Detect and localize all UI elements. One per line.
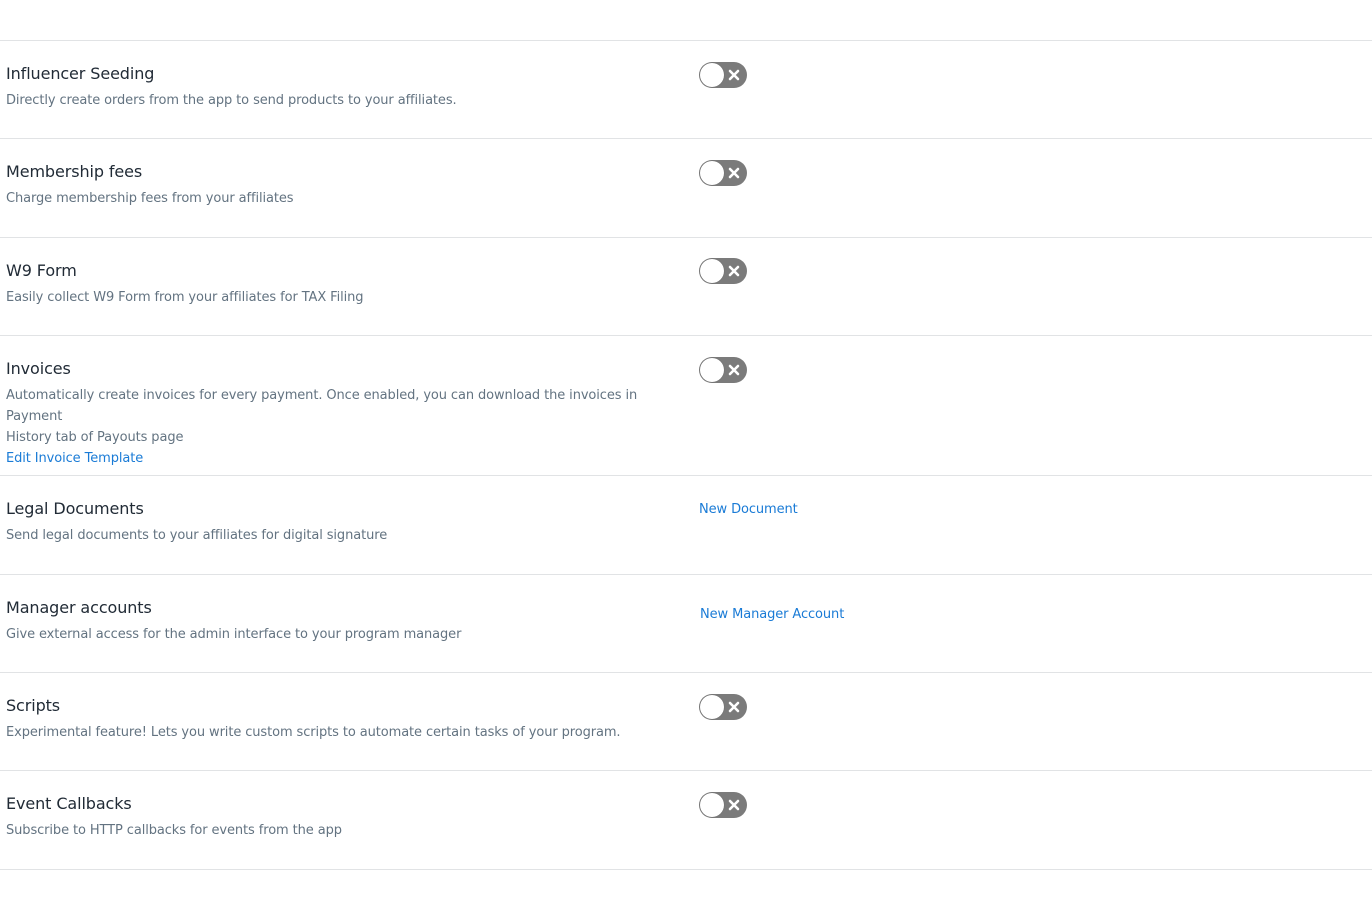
setting-info: Influencer Seeding Directly create order… — [6, 63, 666, 111]
setting-description: Charge membership fees from your affilia… — [6, 191, 294, 206]
setting-description-line: History tab of Payouts page — [6, 430, 184, 445]
new-manager-account-link[interactable]: New Manager Account — [700, 607, 844, 622]
setting-title: Membership fees — [6, 162, 143, 181]
toggle-knob — [700, 161, 724, 185]
setting-title: Event Callbacks — [6, 794, 132, 813]
setting-description: Automatically create invoices for every … — [6, 385, 666, 469]
close-icon — [728, 799, 740, 811]
toggle-switch[interactable] — [699, 160, 747, 186]
setting-info: Scripts Experimental feature! Lets you w… — [6, 695, 666, 743]
setting-row-w9-form: W9 Form Easily collect W9 Form from your… — [0, 238, 1372, 336]
influencer-seeding-toggle[interactable] — [699, 62, 747, 88]
setting-title: Scripts — [6, 696, 61, 715]
toggle-knob — [700, 259, 724, 283]
setting-info: Legal Documents Send legal documents to … — [6, 498, 666, 546]
setting-description: Give external access for the admin inter… — [6, 627, 462, 642]
setting-row-event-callbacks: Event Callbacks Subscribe to HTTP callba… — [0, 771, 1372, 870]
setting-row-influencer-seeding: Influencer Seeding Directly create order… — [0, 41, 1372, 139]
close-icon — [728, 167, 740, 179]
setting-row-scripts: Scripts Experimental feature! Lets you w… — [0, 673, 1372, 771]
close-icon — [728, 69, 740, 81]
close-icon — [728, 265, 740, 277]
setting-description-line: Automatically create invoices for every … — [6, 388, 638, 424]
event-callbacks-toggle[interactable] — [699, 792, 747, 818]
setting-description: Experimental feature! Lets you write cus… — [6, 725, 621, 740]
setting-description: Easily collect W9 Form from your affilia… — [6, 290, 364, 305]
toggle-knob — [700, 63, 724, 87]
setting-info: Event Callbacks Subscribe to HTTP callba… — [6, 793, 666, 841]
new-document-link[interactable]: New Document — [699, 502, 798, 517]
settings-list: Influencer Seeding Directly create order… — [0, 40, 1372, 870]
setting-title: Legal Documents — [6, 499, 144, 518]
setting-title: Influencer Seeding — [6, 64, 155, 83]
setting-row-invoices: Invoices Automatically create invoices f… — [0, 336, 1372, 476]
setting-info: Manager accounts Give external access fo… — [6, 597, 666, 645]
setting-title: Manager accounts — [6, 598, 152, 617]
invoices-toggle[interactable] — [699, 357, 747, 383]
setting-description: Directly create orders from the app to s… — [6, 93, 457, 108]
toggle-switch[interactable] — [699, 792, 747, 818]
setting-row-membership-fees: Membership fees Charge membership fees f… — [0, 139, 1372, 238]
setting-title: W9 Form — [6, 261, 77, 280]
close-icon — [728, 701, 740, 713]
manager-accounts-control: New Manager Account — [700, 603, 844, 625]
setting-description: Send legal documents to your affiliates … — [6, 528, 388, 543]
membership-fees-toggle[interactable] — [699, 160, 747, 186]
edit-invoice-template-link[interactable]: Edit Invoice Template — [6, 448, 666, 469]
toggle-switch[interactable] — [699, 258, 747, 284]
toggle-knob — [700, 358, 724, 382]
w9-form-toggle[interactable] — [699, 258, 747, 284]
setting-info: W9 Form Easily collect W9 Form from your… — [6, 260, 666, 308]
scripts-toggle[interactable] — [699, 694, 747, 720]
setting-row-manager-accounts: Manager accounts Give external access fo… — [0, 575, 1372, 673]
setting-title: Invoices — [6, 359, 71, 378]
setting-info: Membership fees Charge membership fees f… — [6, 161, 666, 209]
toggle-switch[interactable] — [699, 357, 747, 383]
setting-info: Invoices Automatically create invoices f… — [6, 358, 666, 469]
setting-row-legal-documents: Legal Documents Send legal documents to … — [0, 476, 1372, 575]
toggle-switch[interactable] — [699, 694, 747, 720]
toggle-switch[interactable] — [699, 62, 747, 88]
close-icon — [728, 364, 740, 376]
legal-documents-control: New Document — [699, 498, 798, 520]
setting-description: Subscribe to HTTP callbacks for events f… — [6, 823, 342, 838]
toggle-knob — [700, 793, 724, 817]
toggle-knob — [700, 695, 724, 719]
